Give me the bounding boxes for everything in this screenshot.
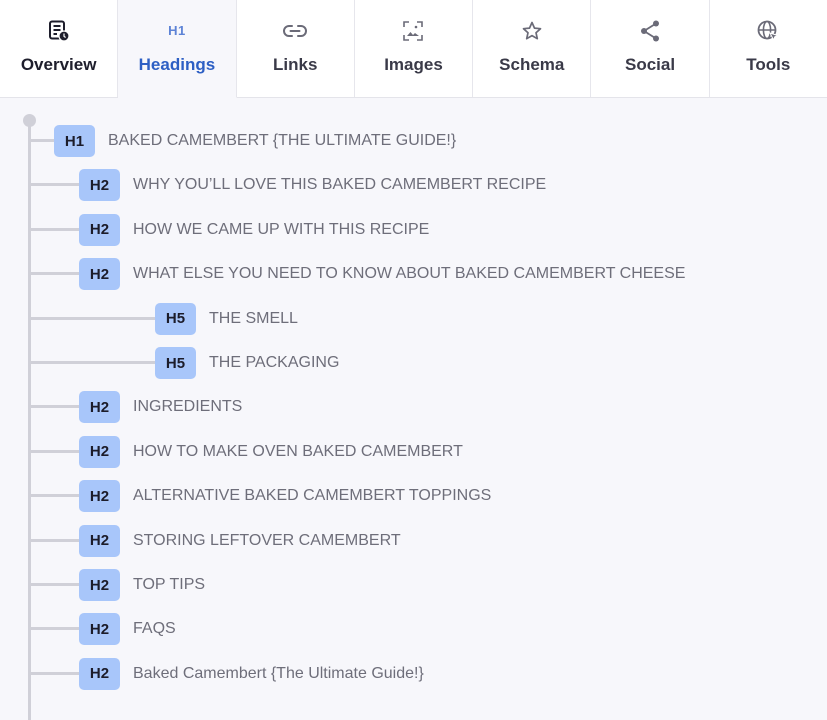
heading-text: Baked Camembert {The Ultimate Guide!} — [133, 664, 424, 682]
tab-overview[interactable]: Overview — [0, 0, 119, 97]
tab-label: Headings — [138, 54, 216, 74]
heading-text: THE PACKAGING — [209, 354, 340, 371]
heading-text: WHY YOU’LL LOVE THIS BAKED CAMEMBERT REC… — [133, 176, 547, 194]
heading-level-badge: H2 — [79, 258, 120, 291]
h1-icon: H1 — [168, 23, 186, 38]
heading-level-badge: H1 — [54, 125, 95, 157]
heading-text: BAKED CAMEMBERT {THE ULTIMATE GUIDE!} — [108, 132, 457, 149]
heading-level-badge: H2 — [79, 391, 120, 424]
tab-label: Tools — [746, 54, 791, 74]
heading-level-badge: H2 — [79, 524, 120, 557]
tree-branch — [31, 316, 155, 320]
heading-level-badge: H2 — [79, 613, 120, 646]
tree-branch — [31, 183, 79, 187]
heading-text: HOW WE CAME UP WITH THIS RECIPE — [133, 220, 430, 238]
overview-report-icon — [48, 19, 70, 43]
tab-bar: Overview H1 Headings Links Images Schema… — [0, 0, 827, 98]
tree-branch — [31, 627, 79, 631]
heading-text: WHAT ELSE YOU NEED TO KNOW ABOUT BAKED C… — [133, 265, 686, 283]
tree-branch — [31, 139, 54, 142]
heading-level-badge: H2 — [79, 657, 120, 690]
link-icon — [283, 19, 308, 43]
headings-tree: H1 BAKED CAMEMBERT {THE ULTIMATE GUIDE!} H… — [0, 98, 827, 720]
share-icon — [640, 19, 660, 43]
tab-label: Overview — [20, 54, 97, 74]
heading-text: FAQS — [133, 620, 176, 638]
heading-level-badge: H2 — [79, 569, 120, 601]
tab-social[interactable]: Social — [591, 0, 710, 97]
tree-branch — [31, 405, 79, 409]
tab-label: Social — [625, 54, 676, 74]
tab-label: Schema — [499, 54, 565, 74]
tree-root-dot — [23, 114, 36, 127]
heading-level-badge: H2 — [79, 435, 120, 468]
tab-label: Images — [384, 54, 443, 74]
heading-text: ALTERNATIVE BAKED CAMEMBERT TOPPINGS — [133, 487, 492, 505]
heading-level-badge: H5 — [155, 347, 196, 379]
tree-branch — [31, 227, 79, 231]
tab-images[interactable]: Images — [354, 0, 474, 97]
image-icon — [403, 19, 424, 43]
heading-level-badge: H2 — [79, 480, 120, 513]
heading-text: TOP TIPS — [133, 576, 206, 593]
tree-branch — [31, 583, 79, 586]
tree-branch — [31, 494, 79, 498]
heading-level-badge: H2 — [79, 213, 120, 246]
tree-branch — [31, 538, 79, 542]
heading-level-badge: H2 — [79, 169, 120, 202]
star-icon — [522, 19, 542, 43]
tree-branch — [31, 671, 79, 675]
heading-level-badge: H5 — [155, 302, 196, 335]
tab-tools[interactable]: Tools — [709, 0, 827, 97]
tab-schema[interactable]: Schema — [473, 0, 592, 97]
heading-text: STORING LEFTOVER CAMEMBERT — [133, 531, 401, 549]
tree-branch — [31, 449, 79, 453]
heading-text: THE SMELL — [209, 309, 298, 327]
tab-headings[interactable]: H1 Headings — [118, 0, 237, 98]
heading-text: HOW TO MAKE OVEN BAKED CAMEMBERT — [133, 442, 463, 460]
tree-branch — [31, 361, 155, 364]
tab-label: Links — [273, 54, 318, 74]
tab-links[interactable]: Links — [236, 0, 355, 97]
globe-cursor-icon — [757, 19, 780, 43]
heading-text: INGREDIENTS — [133, 398, 243, 416]
tree-branch — [31, 272, 79, 276]
